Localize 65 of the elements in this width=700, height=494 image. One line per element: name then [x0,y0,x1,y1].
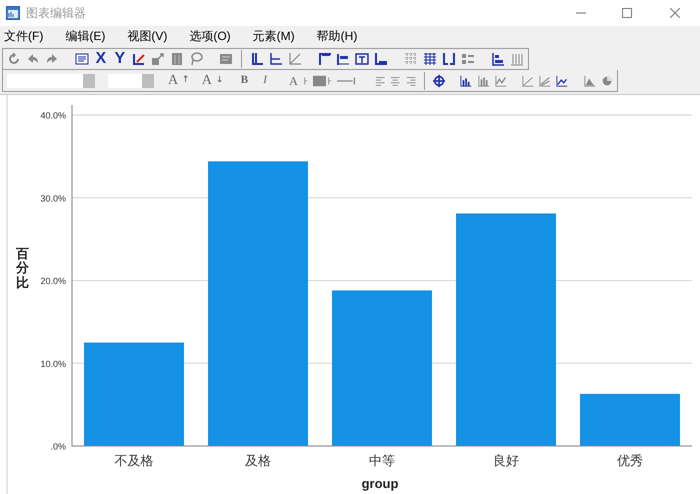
maximize-icon[interactable] [622,8,632,18]
shrink-font-button[interactable]: A [202,74,212,88]
fit-subgroups-icon[interactable] [539,74,552,88]
refresh-icon[interactable] [7,52,21,66]
menu-item[interactable]: 元素(M) [252,27,295,45]
text-color-button[interactable]: A [289,74,298,86]
fit-line-icon[interactable] [522,74,534,88]
dropdown-button[interactable] [142,74,154,88]
y-axis-icon[interactable] [268,52,283,66]
app-icon [6,6,20,20]
redo-icon[interactable] [44,52,59,66]
x-axis-icon[interactable] [250,52,264,66]
grid-lines-icon[interactable] [404,52,418,66]
x-tick-label: 不及格 [114,454,154,469]
grow-font-button[interactable]: A [168,74,178,88]
resize-icon[interactable] [150,52,165,66]
x-tick-label: 优秀 [617,454,643,469]
y-axis-button[interactable]: Y [112,51,127,67]
bracket-icon[interactable] [442,52,456,66]
y-tick-label: .0% [50,442,66,452]
menu-item[interactable]: 帮助(H) [316,27,358,45]
x-axis-button[interactable]: X [94,51,108,67]
font-field[interactable] [108,74,142,88]
interpolation-icon[interactable] [556,74,569,88]
text-box-icon[interactable] [355,52,370,66]
y-tick-label: 20.0% [40,276,66,286]
columns-icon[interactable] [510,52,524,66]
x-axis-title: group [362,476,398,491]
fill-color-icon[interactable] [313,74,332,88]
legend-icon[interactable] [461,52,476,66]
undo-icon[interactable] [26,52,40,66]
close-icon[interactable] [670,8,680,18]
menu-item[interactable]: 文件(F) [4,27,44,45]
pie-chart-icon[interactable] [600,74,614,88]
dropdown-button[interactable] [83,74,95,88]
font-field[interactable] [7,74,83,88]
footnote-icon[interactable] [374,52,388,66]
bold-button[interactable]: B [240,75,248,86]
x-tick-label: 及格 [245,454,271,469]
data-label-icon[interactable] [433,74,446,88]
note-icon[interactable] [218,52,233,66]
y-tick-label: 30.0% [40,193,66,204]
window-title: 图表编辑器 [26,5,86,22]
area-chart-icon[interactable] [584,74,596,88]
bar-chart-icon[interactable] [460,74,473,88]
italic-button[interactable]: I [263,75,267,86]
diagonal-axis-icon[interactable] [288,52,302,66]
line-chart-icon[interactable] [494,74,507,88]
x-tick-label: 良好 [493,454,519,469]
reference-grid-icon[interactable] [423,52,438,66]
y-tick-label: 10.0% [40,358,66,369]
menu-item[interactable]: 选项(O) [189,27,231,45]
bar-labels-icon[interactable] [491,52,506,66]
menu-item[interactable]: 编辑(E) [65,27,106,45]
chart-select-icon[interactable] [132,52,146,66]
properties-icon[interactable] [74,52,89,66]
y-axis-title: 百分比 [16,247,29,290]
lasso-icon[interactable] [188,52,203,66]
menu-item[interactable]: 视图(V) [127,27,168,45]
title-icon[interactable] [318,52,332,66]
subtitle-icon[interactable] [336,52,350,66]
column-icon[interactable] [170,52,184,66]
x-tick-label: 中等 [369,454,395,469]
y-tick-label: 40.0% [40,110,66,120]
histogram-icon[interactable] [478,74,490,88]
